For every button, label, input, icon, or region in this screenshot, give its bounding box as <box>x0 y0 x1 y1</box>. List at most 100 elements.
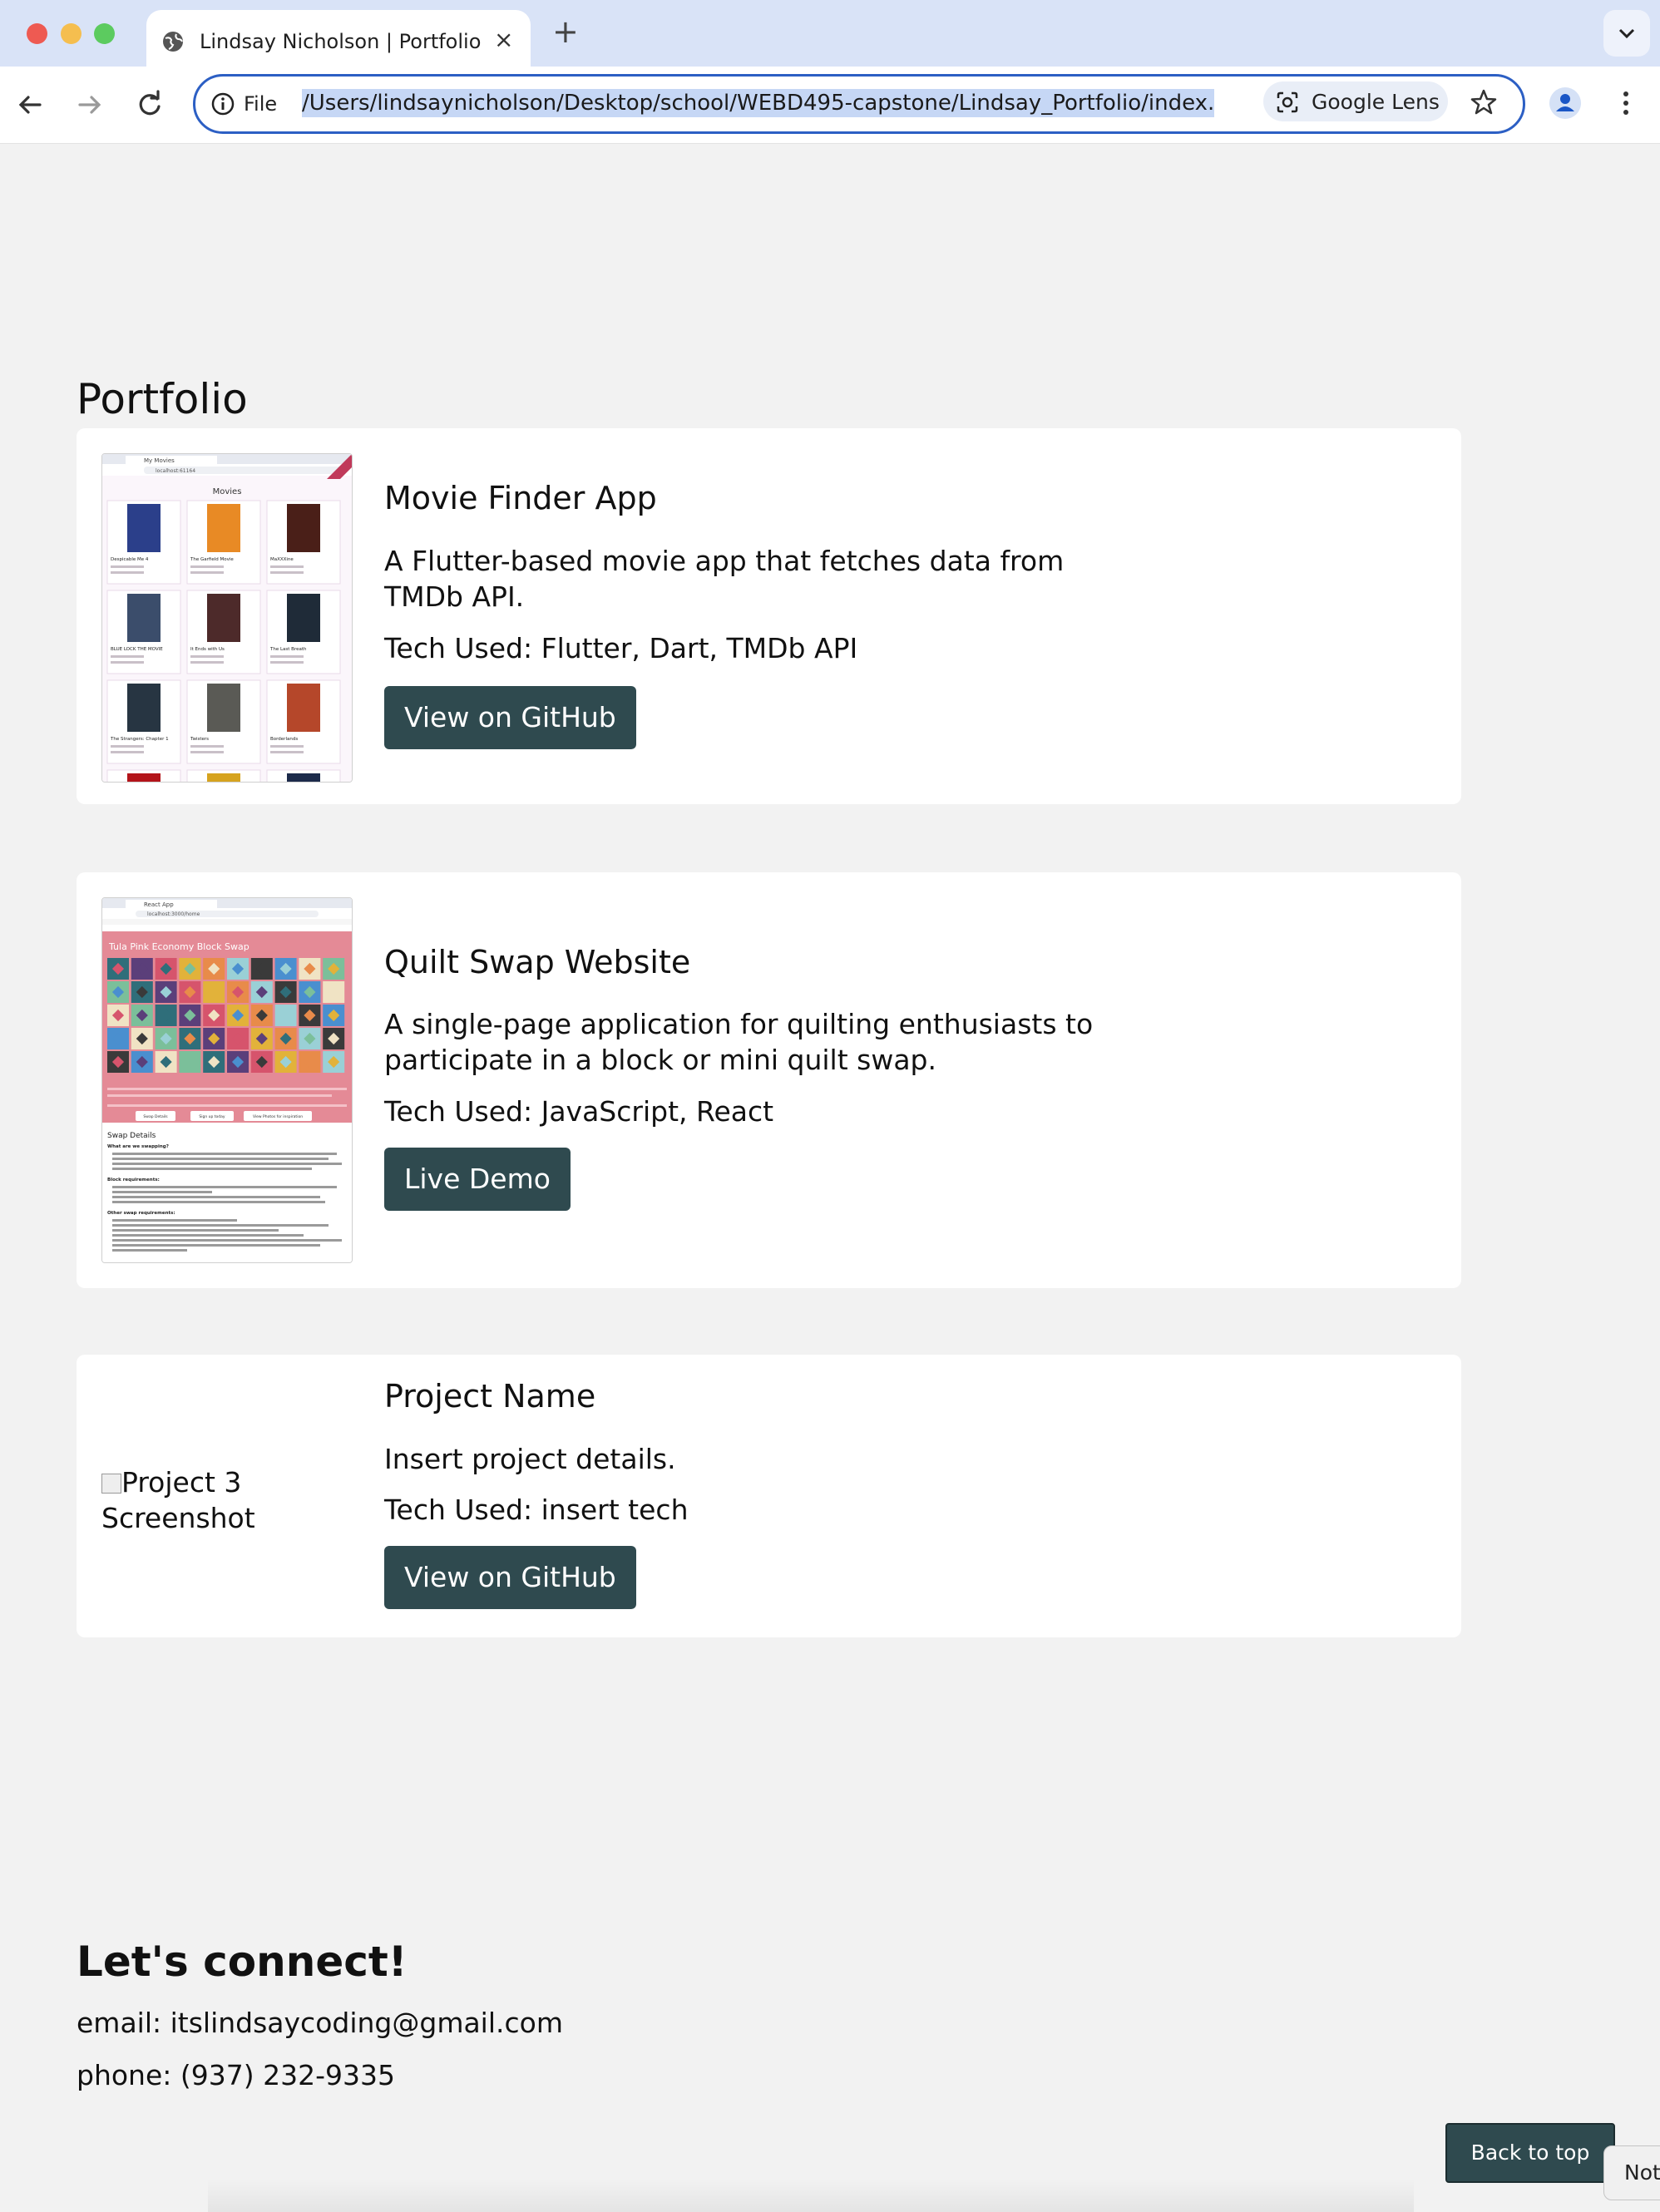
notification-peek[interactable]: Not <box>1603 2145 1660 2200</box>
reload-button[interactable] <box>131 86 168 123</box>
movie-poster <box>287 594 320 642</box>
forward-button[interactable] <box>72 86 108 123</box>
tab-title: Lindsay Nicholson | Portfolio <box>200 30 482 53</box>
more-menu-icon[interactable] <box>1613 86 1638 120</box>
broken-image-icon <box>101 1474 121 1494</box>
project-screenshot-movie-finder: My Movies localhost:61164 Movies Despica… <box>101 453 353 783</box>
minimize-window-button[interactable] <box>61 23 82 44</box>
quilt-site-button-label: Swap Details <box>143 1114 168 1119</box>
contact-phone[interactable]: phone: (937) 232-9335 <box>77 2059 395 2091</box>
view-on-github-button[interactable]: View on GitHub <box>384 686 636 749</box>
movie-meta-line <box>190 571 224 574</box>
movie-poster <box>287 684 320 732</box>
movie-title: Borderlands <box>270 737 298 742</box>
quilt-section-title: Swap Details <box>107 1132 156 1140</box>
movie-poster <box>207 594 240 642</box>
movie-meta-line <box>190 745 224 748</box>
movie-poster <box>207 684 240 732</box>
movie-app-address: localhost:61164 <box>156 468 195 474</box>
browser-toolbar: File /Users/lindsaynicholson/Desktop/sch… <box>0 67 1660 144</box>
movie-meta-line <box>190 565 224 568</box>
google-lens-label: Google Lens <box>1312 90 1440 114</box>
project-tech: Tech Used: Flutter, Dart, TMDb API <box>384 632 858 664</box>
profile-avatar-icon[interactable] <box>1549 86 1582 120</box>
movie-meta-line <box>270 751 304 753</box>
camera-lens-icon <box>1277 91 1298 113</box>
back-arrow-icon <box>18 96 42 114</box>
new-tab-button[interactable]: + <box>552 15 579 48</box>
screenshot-alt-text: Project 3 Screenshot <box>101 1466 255 1534</box>
movie-poster <box>127 684 161 732</box>
back-to-top-button[interactable]: Back to top <box>1445 2123 1615 2183</box>
quilt-site-button-label: View Photos for inspiration <box>253 1114 303 1119</box>
movie-title: The Last Breath <box>269 647 307 652</box>
tab-bar: Lindsay Nicholson | Portfolio × + <box>0 0 1660 67</box>
project-tech: Tech Used: JavaScript, React <box>384 1095 774 1128</box>
movie-poster <box>207 773 240 782</box>
movie-meta-line <box>190 751 224 753</box>
live-demo-button[interactable]: Live Demo <box>384 1148 571 1211</box>
close-window-button[interactable] <box>27 23 47 44</box>
address-bar[interactable]: File /Users/lindsaynicholson/Desktop/sch… <box>193 74 1525 134</box>
page-content: Portfolio My Movies localhost:61164 Movi… <box>0 144 1660 2212</box>
url-selection[interactable]: /Users/lindsaynicholson/Desktop/school/W… <box>302 89 1215 117</box>
project-title: Quilt Swap Website <box>384 944 691 980</box>
connect-heading: Let's connect! <box>77 1938 408 1986</box>
movie-poster <box>207 504 240 552</box>
scroll-shadow <box>208 2179 1414 2212</box>
movie-meta-line <box>270 661 304 664</box>
movie-poster <box>127 504 161 552</box>
quilt-site-button-label: Sign up today <box>199 1114 225 1119</box>
movie-meta-line <box>111 655 144 658</box>
project-card: React App localhost:3000/home Tula Pink … <box>77 872 1461 1288</box>
project-card: My Movies localhost:61164 Movies Despica… <box>77 428 1461 804</box>
movie-meta-line <box>190 655 224 658</box>
back-button[interactable] <box>12 86 48 123</box>
quilt-tab-label: React App <box>144 901 174 908</box>
quilt-site-screenshot: React App localhost:3000/home Tula Pink … <box>102 898 352 1262</box>
movie-meta-line <box>111 565 144 568</box>
movie-title: The Strangers: Chapter 1 <box>110 737 169 742</box>
chevron-down-icon <box>1618 28 1635 39</box>
movie-meta-line <box>190 661 224 664</box>
bookmark-star-icon[interactable] <box>1468 86 1499 118</box>
movie-app-screenshot: My Movies localhost:61164 Movies Despica… <box>102 454 352 782</box>
movie-title: MaXXXine <box>270 557 294 562</box>
quilt-subhead: What are we swapping? <box>107 1144 169 1149</box>
project-description: Insert project details. <box>384 1443 676 1475</box>
movie-meta-line <box>111 661 144 664</box>
view-on-github-button[interactable]: View on GitHub <box>384 1546 636 1609</box>
movie-poster <box>287 504 320 552</box>
movie-meta-line <box>111 751 144 753</box>
project-description: A Flutter-based movie app that fetches d… <box>384 545 1065 613</box>
contact-email[interactable]: email: itslindsaycoding@gmail.com <box>77 2007 563 2039</box>
maximize-window-button[interactable] <box>94 23 115 44</box>
project-screenshot-quilt-swap: React App localhost:3000/home Tula Pink … <box>101 897 353 1263</box>
project-screenshot-placeholder: Project 3 Screenshot <box>101 1464 293 1536</box>
scheme-label: File <box>244 92 278 116</box>
project-title: Project Name <box>384 1378 596 1415</box>
movie-meta-line <box>270 571 304 574</box>
quilt-banner-title: Tula Pink Economy Block Swap <box>108 941 249 952</box>
movie-app-tab-label: My Movies <box>144 457 175 464</box>
active-tab[interactable]: Lindsay Nicholson | Portfolio × <box>146 10 531 67</box>
movie-meta-line <box>270 655 304 658</box>
project-card: Project 3 Screenshot Project Name Insert… <box>77 1355 1461 1637</box>
project-title: Movie Finder App <box>384 480 657 516</box>
movie-poster <box>127 594 161 642</box>
url-text[interactable]: /Users/lindsaynicholson/Desktop/school/W… <box>302 86 1215 120</box>
movie-app-heading: Movies <box>213 487 242 496</box>
movie-title: The Garfield Movie <box>190 557 234 562</box>
movie-title: BLUE LOCK THE MOVIE <box>111 647 163 652</box>
tab-search-button[interactable] <box>1603 10 1650 57</box>
movie-meta-line <box>270 745 304 748</box>
movie-title: Twisters <box>190 737 209 742</box>
movie-poster <box>127 773 161 782</box>
portfolio-heading: Portfolio <box>77 375 248 423</box>
movie-meta-line <box>111 745 144 748</box>
quilt-subhead: Other swap requirements: <box>107 1211 175 1216</box>
google-lens-button[interactable]: Google Lens <box>1263 81 1448 121</box>
tab-close-icon[interactable]: × <box>494 28 513 52</box>
info-icon[interactable] <box>210 91 235 116</box>
project-tech: Tech Used: insert tech <box>384 1494 689 1526</box>
